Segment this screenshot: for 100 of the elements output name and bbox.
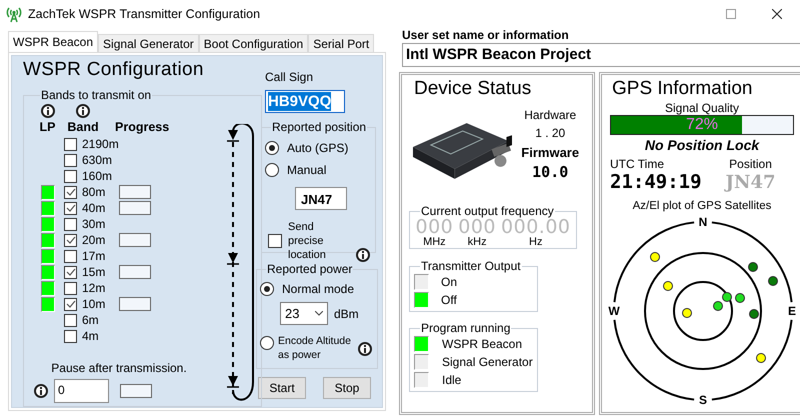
progress-box — [119, 297, 151, 311]
firmware-version: 10.0 — [532, 163, 568, 181]
compass-label: E — [788, 304, 796, 318]
frequency-digits: 000 — [458, 218, 496, 237]
satellite-dot — [650, 252, 660, 262]
band-checkbox[interactable] — [64, 250, 77, 262]
firmware-label: Firmware — [521, 145, 580, 160]
field-label: User set name or information — [402, 28, 570, 43]
band-label: 30m — [82, 217, 106, 231]
frequency-digits: 000.00 — [501, 218, 570, 237]
band-checkbox[interactable] — [64, 170, 77, 182]
group-title: Current output frequency — [420, 205, 555, 218]
satellite-dot — [748, 262, 758, 272]
group-title: Reported position — [271, 121, 368, 134]
band-label: 4m — [82, 329, 99, 343]
info-icon[interactable] — [40, 104, 54, 118]
group-title: Transmitter Output — [420, 260, 522, 273]
satellite-dot — [663, 281, 673, 291]
radio-button[interactable] — [260, 336, 274, 350]
band-label: 17m — [82, 249, 106, 263]
signal-quality-label: Signal Quality — [664, 101, 740, 115]
position-locator: JN47 — [726, 171, 776, 194]
band-checkbox[interactable] — [64, 314, 77, 326]
hardware-version: 1 . 20 — [535, 126, 566, 140]
tab[interactable]: Serial Port — [308, 34, 374, 52]
unit-label: dBm — [334, 306, 359, 320]
antenna-icon — [6, 5, 22, 23]
position-label: Position — [729, 157, 772, 171]
satellite-dot — [713, 301, 723, 311]
progress-box — [119, 265, 151, 279]
band-label: 2190m — [82, 137, 119, 151]
band-checkbox[interactable] — [64, 218, 77, 230]
column-header: Progress — [115, 120, 170, 134]
signal-quality-reading: 72% — [684, 116, 720, 134]
call-sign-field[interactable]: HB9VQQ — [265, 90, 345, 113]
satellite-dot — [682, 308, 692, 318]
radio-label: Manual — [287, 163, 326, 177]
info-icon[interactable] — [356, 248, 370, 262]
band-checkbox[interactable] — [64, 298, 77, 310]
pause-field[interactable]: 0 — [54, 379, 109, 403]
locator-field[interactable]: JN47 — [295, 187, 347, 210]
status-label: Idle — [442, 373, 462, 387]
action-button[interactable]: Start — [258, 377, 306, 399]
unit-label: kHz — [468, 237, 487, 248]
group-title: Bands to transmit on — [40, 89, 152, 102]
band-checkbox[interactable] — [64, 266, 77, 278]
band-checkbox[interactable] — [64, 138, 77, 150]
column-header: Band — [66, 120, 100, 134]
band-checkbox[interactable] — [64, 330, 77, 342]
checkbox[interactable] — [268, 234, 282, 248]
progress-box — [119, 201, 151, 215]
name-field[interactable]: Intl WSPR Beacon Project — [402, 43, 800, 67]
window-title: ZachTek WSPR Transmitter Configuration — [28, 7, 260, 21]
satellite-dot — [749, 309, 759, 319]
info-icon[interactable] — [34, 384, 48, 398]
status-label: WSPR Beacon — [442, 337, 522, 351]
band-label: 630m — [82, 153, 112, 167]
band-checkbox[interactable] — [64, 186, 77, 198]
compass-label: S — [699, 393, 707, 407]
radio-label: Encode Altitude as power — [278, 334, 352, 362]
band-label: 80m — [82, 185, 106, 199]
section-title: WSPR Configuration — [23, 58, 205, 82]
tab[interactable]: Signal Generator — [98, 34, 199, 52]
band-checkbox[interactable] — [64, 202, 77, 214]
compass-label: W — [608, 304, 620, 318]
close-icon[interactable] — [772, 9, 782, 19]
caret-icon — [315, 311, 323, 316]
radio-button[interactable] — [260, 282, 274, 296]
action-button[interactable]: Stop — [323, 377, 371, 399]
info-icon[interactable] — [358, 342, 372, 356]
maximize-icon[interactable] — [726, 9, 736, 19]
satellite-dot — [756, 353, 766, 363]
pause-label: Pause after transmission. — [50, 361, 188, 375]
progress-box — [119, 233, 151, 247]
info-icon[interactable] — [76, 104, 90, 118]
band-label: 20m — [82, 233, 106, 247]
band-label: 6m — [82, 313, 99, 327]
radio-button[interactable] — [265, 141, 279, 155]
band-checkbox[interactable] — [64, 282, 77, 294]
lock-status: No Position Lock — [644, 137, 760, 154]
status-label: On — [441, 275, 458, 289]
band-label: 12m — [82, 281, 106, 295]
progress-box — [119, 185, 151, 199]
band-label: 160m — [82, 169, 112, 183]
panel-title: GPS Information — [611, 77, 754, 101]
satellite-dot — [768, 276, 778, 286]
frequency-digits: 000 — [415, 218, 454, 237]
radio-button[interactable] — [265, 163, 279, 177]
tab[interactable]: Boot Configuration — [198, 34, 308, 52]
power-dropdown[interactable]: 23 — [280, 302, 328, 325]
group-title: Reported power — [266, 263, 354, 276]
band-checkbox[interactable] — [64, 234, 77, 246]
band-label: 15m — [82, 265, 106, 279]
status-label: Off — [441, 293, 457, 307]
call-sign-label: Call Sign — [265, 70, 314, 84]
tab[interactable]: WSPR Beacon — [8, 31, 98, 52]
satellite-dot — [735, 293, 745, 303]
column-header: LP — [38, 120, 56, 134]
radio-label: Normal mode — [282, 282, 354, 296]
band-checkbox[interactable] — [64, 154, 77, 166]
